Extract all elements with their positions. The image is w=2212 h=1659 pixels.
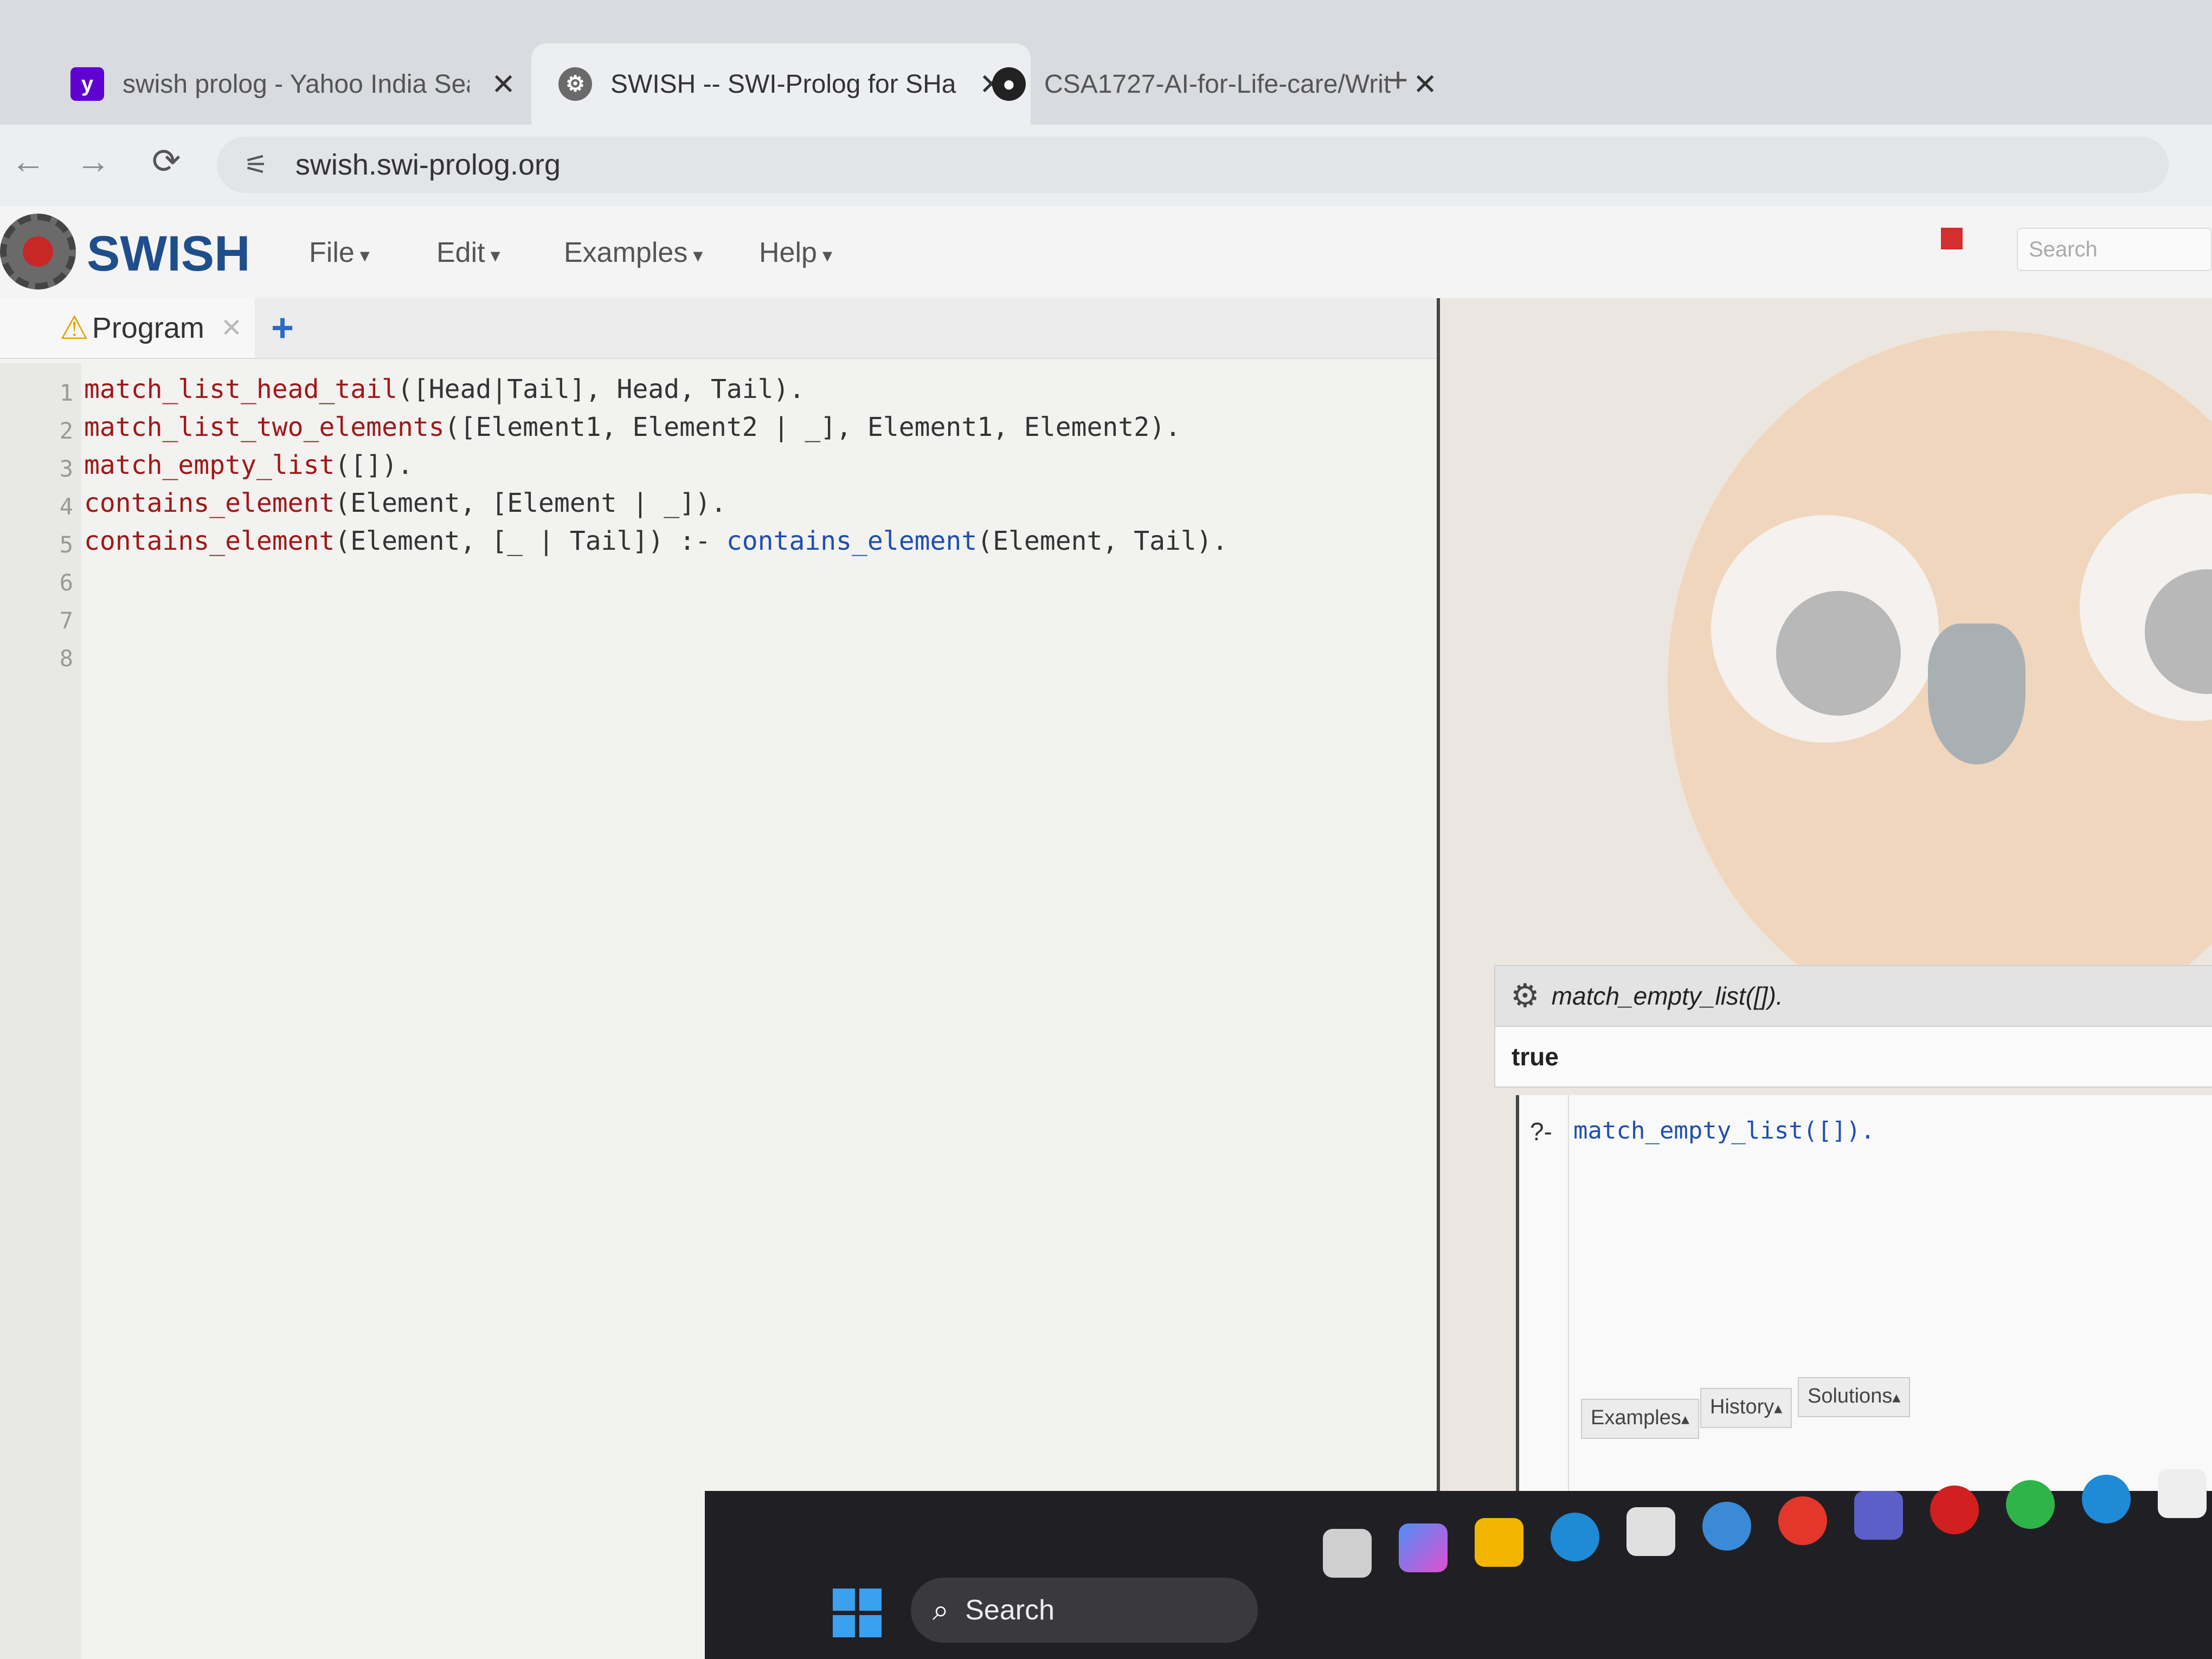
copilot-icon[interactable] bbox=[1399, 1523, 1448, 1572]
tab-title: CSA1727-AI-for-Life-care/Writ bbox=[1044, 69, 1391, 99]
predicate-name: contains_element bbox=[84, 526, 335, 556]
line-number: 6 bbox=[59, 569, 73, 596]
predicate-name: match_list_head_tail bbox=[84, 374, 397, 404]
cortana-icon[interactable] bbox=[2082, 1475, 2131, 1523]
line-number: 3 bbox=[59, 455, 73, 482]
owl-illustration bbox=[1668, 331, 2212, 1036]
query-prompt: ?- bbox=[1530, 1117, 1552, 1146]
tab-title: SWISH -- SWI-Prolog for SHari bbox=[610, 69, 957, 99]
back-button[interactable]: ← bbox=[11, 141, 46, 181]
predicate-name: contains_element bbox=[84, 488, 335, 518]
taskbar-search-label: Search bbox=[965, 1594, 1055, 1626]
predicate-name: match_list_two_elements bbox=[84, 412, 445, 442]
line-number: 1 bbox=[59, 380, 73, 406]
browser-toolbar: ← → ⟳ ⚟ swish.swi-prolog.org bbox=[0, 125, 2212, 207]
search-icon: ⌕ bbox=[933, 1593, 949, 1626]
swish-gear-icon: ⚙ bbox=[558, 67, 592, 101]
new-tab-button[interactable]: + bbox=[1388, 60, 1408, 100]
warning-icon: ⚠ bbox=[60, 310, 89, 346]
chrome-icon[interactable] bbox=[1778, 1496, 1827, 1545]
query-input[interactable]: match_empty_list([]). bbox=[1573, 1117, 1875, 1144]
solutions-button[interactable]: Solutions bbox=[1798, 1377, 1911, 1417]
camera-icon[interactable] bbox=[2158, 1469, 2207, 1518]
code-args: ([Element1, Element2 | _], Element1, Ele… bbox=[444, 412, 1181, 442]
predicate-name: match_empty_list bbox=[84, 450, 335, 480]
code-args: ([]). bbox=[335, 450, 413, 480]
query-input-area[interactable] bbox=[1568, 1095, 2212, 1507]
answer-result: true bbox=[1494, 1026, 2212, 1088]
file-explorer-icon[interactable] bbox=[1475, 1518, 1523, 1567]
code-line[interactable]: match_list_two_elements([Element1, Eleme… bbox=[84, 412, 1181, 442]
owl-beak bbox=[1928, 623, 2025, 764]
code-args: (Element, [_ | Tail]) :- bbox=[335, 526, 726, 556]
predicate-call: contains_element bbox=[726, 526, 978, 556]
swish-logo-icon bbox=[0, 214, 76, 290]
code-line[interactable]: match_list_head_tail([Head|Tail], Head, … bbox=[84, 374, 805, 404]
line-number-gutter: 1 2 3 4 5 6 7 8 bbox=[0, 363, 81, 1659]
owl-eye bbox=[2080, 493, 2212, 721]
code-args: (Element, Tail). bbox=[977, 526, 1228, 556]
code-line[interactable]: contains_element(Element, [Element | _])… bbox=[84, 488, 726, 518]
answer-value: true bbox=[1512, 1043, 1559, 1071]
program-editor: ⚠ Program ✕ + 1 2 3 4 5 6 7 8 match_list… bbox=[0, 298, 1440, 1659]
github-icon: ● bbox=[992, 67, 1026, 101]
line-number: 7 bbox=[59, 607, 73, 634]
close-tab-icon[interactable]: ✕ bbox=[491, 67, 516, 101]
store-icon[interactable] bbox=[1626, 1507, 1675, 1556]
browser-tab-yahoo[interactable]: y swish prolog - Yahoo India Sea ✕ bbox=[43, 43, 543, 125]
close-tab-icon[interactable]: ✕ bbox=[221, 313, 242, 343]
tab-label: Program bbox=[92, 312, 204, 344]
swish-brand[interactable]: SWISH bbox=[87, 226, 250, 282]
history-button[interactable]: History bbox=[1700, 1388, 1792, 1428]
taskbar-search[interactable]: ⌕ Search bbox=[911, 1578, 1258, 1643]
results-pane: ⚙ match_empty_list([]). true ?- match_em… bbox=[1440, 298, 2212, 1659]
windows-taskbar: ⌕ Search bbox=[705, 1469, 2212, 1659]
search-input[interactable]: Search bbox=[2017, 228, 2212, 271]
user-avatar-icon bbox=[1941, 228, 1963, 249]
tab-program[interactable]: ⚠ Program ✕ bbox=[0, 298, 255, 358]
yahoo-icon: y bbox=[70, 67, 104, 101]
answer-query: match_empty_list([]). bbox=[1551, 982, 1783, 1010]
site-settings-icon[interactable]: ⚟ bbox=[244, 149, 268, 181]
app-icon[interactable] bbox=[1702, 1502, 1751, 1551]
reload-button[interactable]: ⟳ bbox=[152, 141, 181, 182]
menu-file[interactable]: File bbox=[309, 236, 370, 269]
gear-icon[interactable]: ⚙ bbox=[1510, 977, 1540, 1015]
address-bar[interactable]: ⚟ swish.swi-prolog.org bbox=[217, 137, 2169, 193]
browser-tab-strip: y swish prolog - Yahoo India Sea ✕ ⚙ SWI… bbox=[0, 0, 2212, 125]
code-args: (Element, [Element | _]). bbox=[335, 488, 726, 518]
editor-tabs: ⚠ Program ✕ + bbox=[0, 298, 1437, 359]
url-text: swish.swi-prolog.org bbox=[295, 149, 561, 181]
tab-title: swish prolog - Yahoo India Sea bbox=[123, 69, 470, 99]
add-tab-button[interactable]: + bbox=[271, 306, 294, 350]
examples-button[interactable]: Examples bbox=[1581, 1399, 1699, 1439]
user-status[interactable] bbox=[1881, 222, 1979, 271]
opera-icon[interactable] bbox=[1930, 1486, 1979, 1534]
menu-help[interactable]: Help bbox=[759, 236, 832, 269]
menu-examples[interactable]: Examples bbox=[564, 236, 703, 269]
code-line[interactable]: contains_element(Element, [_ | Tail]) :-… bbox=[84, 526, 1228, 556]
line-number: 4 bbox=[59, 493, 73, 520]
code-line[interactable]: match_empty_list([]). bbox=[84, 450, 413, 480]
owl-eye bbox=[1711, 515, 1939, 743]
menu-edit[interactable]: Edit bbox=[436, 236, 500, 269]
task-view-icon[interactable] bbox=[1323, 1529, 1372, 1578]
line-number: 2 bbox=[59, 417, 73, 444]
swish-navbar: SWISH File Edit Examples Help Search bbox=[0, 206, 2212, 299]
line-number: 8 bbox=[59, 645, 73, 672]
code-args: ([Head|Tail], Head, Tail). bbox=[397, 374, 805, 404]
line-number: 5 bbox=[59, 531, 73, 558]
whatsapp-icon[interactable] bbox=[2006, 1480, 2055, 1529]
forward-button[interactable]: → bbox=[76, 141, 111, 181]
edge-icon[interactable] bbox=[1551, 1513, 1599, 1561]
answer-header: ⚙ match_empty_list([]). bbox=[1494, 965, 2212, 1027]
browser-tab-swish[interactable]: ⚙ SWISH -- SWI-Prolog for SHari ✕ bbox=[531, 43, 1031, 125]
teams-icon[interactable] bbox=[1854, 1491, 1903, 1540]
windows-start-icon[interactable] bbox=[833, 1589, 882, 1637]
close-tab-icon[interactable]: ✕ bbox=[1413, 67, 1437, 101]
